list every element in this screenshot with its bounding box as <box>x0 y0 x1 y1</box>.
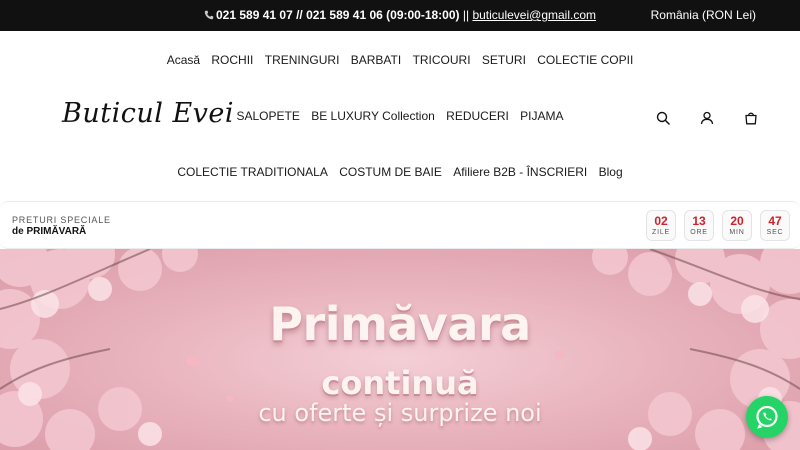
hero-title-line-2: continuă <box>321 364 479 402</box>
promo-label-bottom: de PRIMĂVARĂ <box>12 226 87 237</box>
nav-item-be-luxury[interactable]: BE LUXURY Collection <box>311 109 435 123</box>
phone-numbers[interactable]: 021 589 41 07 // 021 589 41 06 (09:00-18… <box>216 8 460 22</box>
contact-separator: || <box>459 8 473 22</box>
nav-item-colectie-copii[interactable]: COLECTIE COPII <box>537 53 633 67</box>
countdown-timer: 02 ZILE 13 ORE 20 MIN 47 SEC <box>646 210 790 241</box>
nav-item-reduceri[interactable]: REDUCERI <box>446 109 509 123</box>
nav-item-treninguri[interactable]: TRENINGURI <box>265 53 340 67</box>
region-selector[interactable]: România (RON Lei) <box>651 8 756 22</box>
phone-icon <box>204 10 214 20</box>
countdown-hours-unit: ORE <box>690 229 708 236</box>
countdown-days: 02 ZILE <box>646 210 676 241</box>
nav-item-costum-de-baie[interactable]: COSTUM DE BAIE <box>339 165 442 179</box>
nav-item-afiliere-b2b[interactable]: Afiliere B2B - ÎNSCRIERI <box>453 165 587 179</box>
countdown-hours-value: 13 <box>692 214 706 228</box>
header-icons <box>654 109 760 127</box>
hero-banner[interactable]: Primăvara continuă cu oferte și surprize… <box>0 249 800 450</box>
hero-title-line-1: Primăvara <box>269 297 531 351</box>
hero-subtitle: cu oferte și surprize noi <box>258 399 542 427</box>
nav-item-acasa[interactable]: Acasă <box>167 53 200 67</box>
site-header: Buticul Evei Acasă ROCHII TRENINGURI BAR… <box>0 31 800 202</box>
nav-item-seturi[interactable]: SETURI <box>482 53 526 67</box>
user-icon[interactable] <box>698 109 716 127</box>
nav-item-colectie-traditionala[interactable]: COLECTIE TRADITIONALA <box>177 165 327 179</box>
promo-label-top: PRETURI SPECIALE <box>12 215 111 225</box>
nav-item-pijama[interactable]: PIJAMA <box>520 109 563 123</box>
whatsapp-icon <box>756 405 778 429</box>
main-nav-row-1: Acasă ROCHII TRENINGURI BARBATI TRICOURI… <box>0 53 800 67</box>
promo-countdown-bar: PRETURI SPECIALE de PRIMĂVARĂ 02 ZILE 13… <box>0 201 800 249</box>
countdown-days-value: 02 <box>654 214 668 228</box>
nav-item-blog[interactable]: Blog <box>599 165 623 179</box>
nav-item-salopete[interactable]: SALOPETE <box>236 109 299 123</box>
countdown-minutes: 20 MIN <box>722 210 752 241</box>
countdown-days-unit: ZILE <box>652 229 670 236</box>
nav-item-barbati[interactable]: BARBATI <box>351 53 401 67</box>
main-nav-row-3: COLECTIE TRADITIONALA COSTUM DE BAIE Afi… <box>0 165 800 179</box>
email-link[interactable]: buticulevei@gmail.com <box>472 8 596 22</box>
countdown-seconds-value: 47 <box>768 214 782 228</box>
whatsapp-chat-button[interactable] <box>746 396 788 438</box>
countdown-minutes-unit: MIN <box>729 229 745 236</box>
countdown-hours: 13 ORE <box>684 210 714 241</box>
cart-icon[interactable] <box>742 109 760 127</box>
countdown-minutes-value: 20 <box>730 214 744 228</box>
countdown-seconds: 47 SEC <box>760 210 790 241</box>
nav-item-tricouri[interactable]: TRICOURI <box>413 53 471 67</box>
countdown-seconds-unit: SEC <box>766 229 784 236</box>
search-icon[interactable] <box>654 109 672 127</box>
top-bar: 021 589 41 07 // 021 589 41 06 (09:00-18… <box>0 0 800 31</box>
nav-item-rochii[interactable]: ROCHII <box>211 53 253 67</box>
